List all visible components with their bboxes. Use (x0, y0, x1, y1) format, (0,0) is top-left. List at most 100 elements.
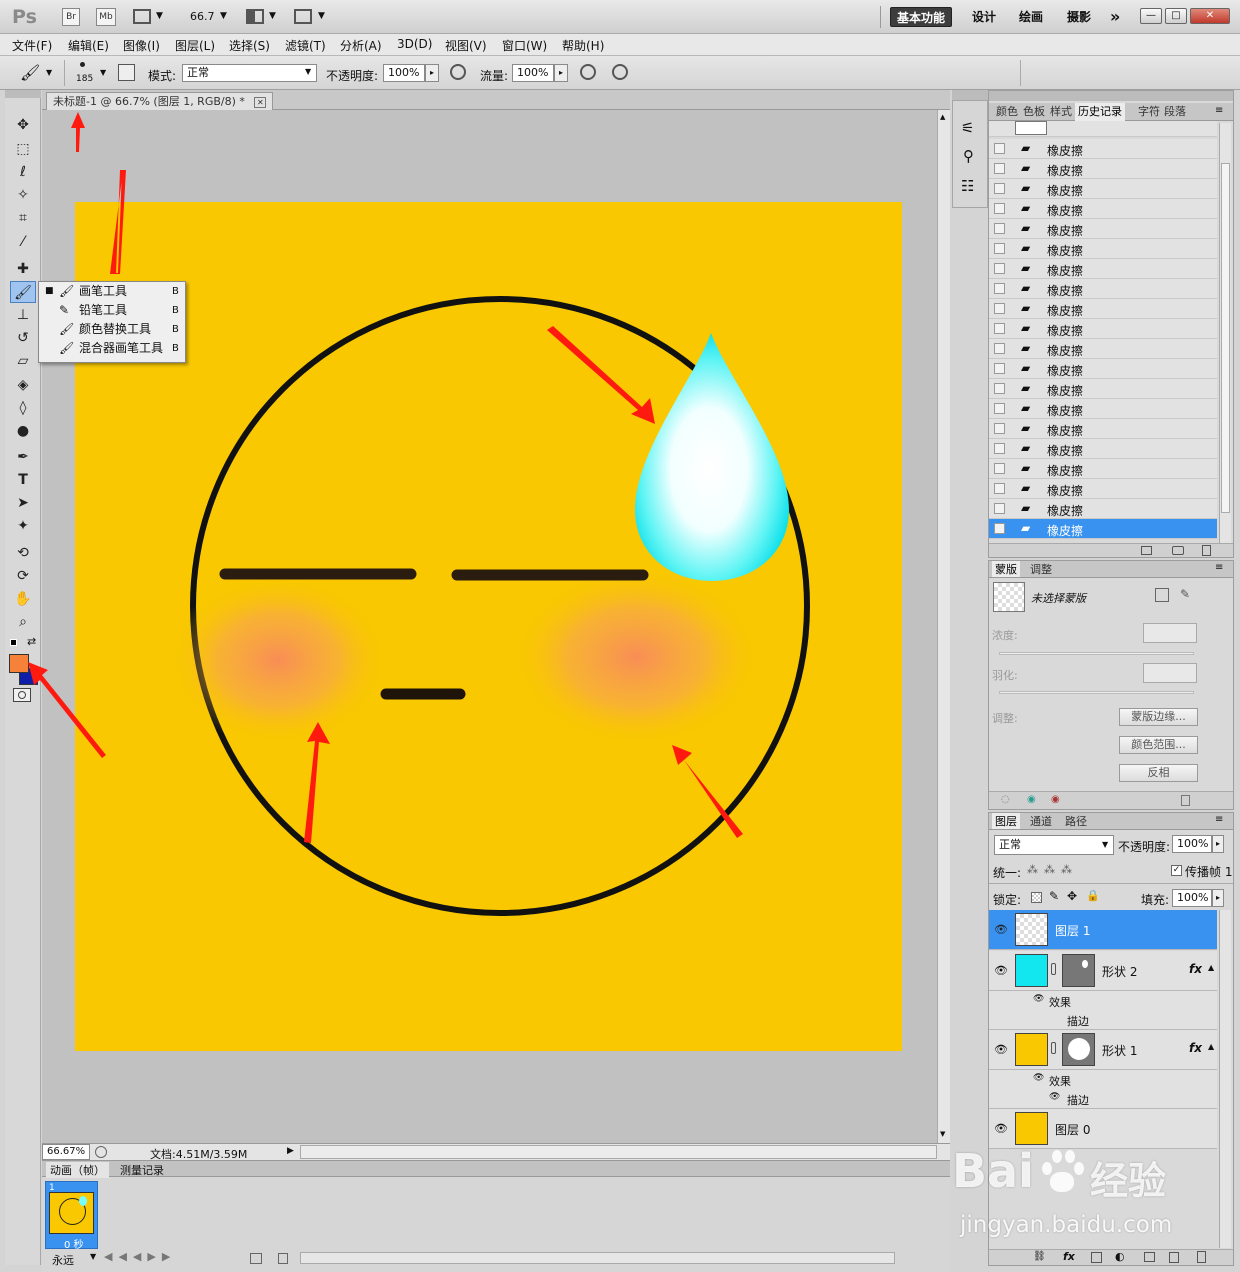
visibility-eye-icon[interactable]: 👁 (994, 1122, 1008, 1135)
workspace-design[interactable]: 设计 (972, 7, 996, 27)
menu-layer[interactable]: 图层(L) (175, 37, 215, 54)
new-document-from-state-icon[interactable] (1141, 546, 1152, 555)
tab-masks[interactable]: 蒙版 (992, 561, 1020, 577)
close-button[interactable]: ✕ (1190, 8, 1230, 24)
scroll-down-icon[interactable]: ▼ (940, 1130, 945, 1138)
layer-opacity-input[interactable]: 100% (1172, 835, 1212, 853)
collapse-effects-icon[interactable]: ▲ (1208, 1042, 1214, 1051)
mode-select[interactable]: 正常 (182, 64, 317, 82)
horizontal-scrollbar[interactable] (300, 1145, 937, 1159)
blend-mode-select[interactable]: 正常 (994, 835, 1114, 855)
tab-channels[interactable]: 通道 (1027, 813, 1055, 829)
history-brush-source-checkbox[interactable] (994, 223, 1005, 234)
status-zoom[interactable]: 66.67% (42, 1144, 90, 1160)
history-brush-source-checkbox[interactable] (994, 463, 1005, 474)
workspace-essentials[interactable]: 基本功能 (890, 7, 953, 27)
history-brush-source-checkbox[interactable] (994, 323, 1005, 334)
history-item[interactable]: ▰ 橡皮擦 (989, 439, 1217, 459)
history-brush-source-checkbox[interactable] (994, 523, 1005, 534)
flow-slider-button[interactable]: ▸ (554, 64, 568, 82)
density-slider[interactable] (999, 652, 1194, 655)
menu-image[interactable]: 图像(I) (123, 37, 160, 54)
density-input[interactable] (1143, 623, 1197, 643)
visibility-eye-icon[interactable]: 👁 (994, 923, 1008, 936)
visibility-eye-icon[interactable]: 👁 (1033, 1073, 1044, 1083)
history-brush-source-checkbox[interactable] (994, 403, 1005, 414)
trash-icon[interactable] (1181, 795, 1190, 806)
chevron-down-icon[interactable]: ▼ (1102, 840, 1108, 849)
tab-color[interactable]: 颜色 (993, 103, 1021, 121)
history-item[interactable]: ▰ 橡皮擦 (989, 239, 1217, 259)
status-menu-arrow-icon[interactable]: ▶ (287, 1146, 294, 1156)
loop-select[interactable]: 永远 (52, 1252, 74, 1268)
vertical-scrollbar[interactable]: ▲ ▼ (937, 110, 950, 1143)
history-brush-source-checkbox[interactable] (994, 443, 1005, 454)
feather-slider[interactable] (999, 691, 1194, 694)
history-item[interactable]: ▰ 橡皮擦 (989, 279, 1217, 299)
history-item[interactable]: ▰ 橡皮擦 (989, 459, 1217, 479)
history-item[interactable]: ▰ 橡皮擦 (989, 419, 1217, 439)
history-item[interactable]: ▰ 橡皮擦 (989, 159, 1217, 179)
chevron-down-icon[interactable]: ▼ (46, 68, 52, 77)
status-info-icon[interactable] (95, 1146, 107, 1158)
flyout-item-mixer-brush[interactable]: 🖌 混合器画笔工具 B (39, 339, 185, 358)
history-item[interactable]: ▰ 橡皮擦 (989, 479, 1217, 499)
menu-file[interactable]: 文件(F) (12, 37, 52, 54)
history-brush-source-checkbox[interactable] (994, 283, 1005, 294)
history-brush-source-checkbox[interactable] (994, 143, 1005, 154)
flyout-item-color-replacement[interactable]: 🖌 颜色替换工具 B (39, 320, 185, 339)
flow-input[interactable]: 100% (512, 64, 554, 82)
menu-analysis[interactable]: 分析(A) (340, 37, 382, 54)
minimize-button[interactable]: — (1140, 8, 1162, 24)
pressure-size-icon[interactable] (612, 64, 628, 80)
airbrush-icon[interactable] (580, 64, 596, 80)
history-brush-source-checkbox[interactable] (994, 203, 1005, 214)
history-item[interactable]: ▰ 橡皮擦 (989, 259, 1217, 279)
workspace-painting[interactable]: 绘画 (1019, 7, 1043, 27)
layer-row-shape1[interactable]: 👁 形状 1 fx ▲ (989, 1030, 1217, 1070)
history-brush-source-checkbox[interactable] (994, 483, 1005, 494)
history-item[interactable]: ▰ 橡皮擦 (989, 379, 1217, 399)
history-item[interactable]: ▰ 橡皮擦 (989, 499, 1217, 519)
brush-presets-icon[interactable]: ⚟ (961, 119, 974, 137)
scroll-up-icon[interactable]: ▲ (940, 113, 945, 121)
screen-mode-icon[interactable] (294, 9, 312, 24)
opacity-slider-button[interactable]: ▸ (425, 64, 439, 82)
shape2-effects-row[interactable]: 👁 效果 (989, 991, 1217, 1011)
document-canvas[interactable] (75, 202, 902, 1051)
mini-bridge-button[interactable]: Mb (96, 8, 116, 26)
menu-view[interactable]: 视图(V) (445, 37, 487, 54)
fx-icon[interactable]: fx (1189, 1041, 1202, 1055)
history-item[interactable]: ▰ 橡皮擦 (989, 299, 1217, 319)
chevron-down-icon[interactable]: ▼ (305, 67, 311, 76)
history-brush-source-checkbox[interactable] (994, 263, 1005, 274)
visibility-eye-icon[interactable]: 👁 (994, 1043, 1008, 1056)
lock-transparency-icon[interactable] (1031, 892, 1042, 903)
menu-window[interactable]: 窗口(W) (502, 37, 547, 54)
visibility-eye-icon[interactable]: 👁 (1049, 1092, 1060, 1102)
history-brush-source-checkbox[interactable] (994, 383, 1005, 394)
maximize-button[interactable]: □ (1165, 8, 1187, 24)
close-tab-icon[interactable]: ✕ (254, 97, 267, 108)
layer-opacity-slider-button[interactable]: ▸ (1212, 835, 1224, 853)
add-vector-mask-icon[interactable]: ✎ (1180, 587, 1190, 601)
playback-controls[interactable]: ◀◀◀▶▶ (104, 1250, 176, 1263)
tab-history[interactable]: 历史记录 (1075, 103, 1125, 121)
tab-paths[interactable]: 路径 (1062, 813, 1090, 829)
lock-pixels-icon[interactable]: ✎ (1049, 889, 1059, 903)
menu-select[interactable]: 选择(S) (229, 37, 270, 54)
history-brush-source-checkbox[interactable] (994, 363, 1005, 374)
tab-swatches[interactable]: 色板 (1020, 103, 1048, 121)
lock-all-icon[interactable]: 🔒 (1086, 889, 1100, 902)
tab-measurement-log[interactable]: 测量记录 (116, 1162, 168, 1178)
panel-menu-icon[interactable]: ≡ (1215, 105, 1223, 116)
propagate-checkbox[interactable]: ✓ (1171, 865, 1182, 876)
duplicate-frame-icon[interactable] (250, 1253, 262, 1264)
tool-presets-icon[interactable]: ☷ (961, 177, 974, 195)
history-item[interactable]: ▰ 橡皮擦 (989, 139, 1217, 159)
history-item[interactable]: ▰ 橡皮擦 (989, 199, 1217, 219)
history-brush-source-checkbox[interactable] (994, 303, 1005, 314)
chevron-down-icon[interactable]: ▼ (100, 68, 106, 77)
invert-button[interactable]: 反相 (1119, 764, 1198, 782)
fill-input[interactable]: 100% (1172, 889, 1212, 907)
